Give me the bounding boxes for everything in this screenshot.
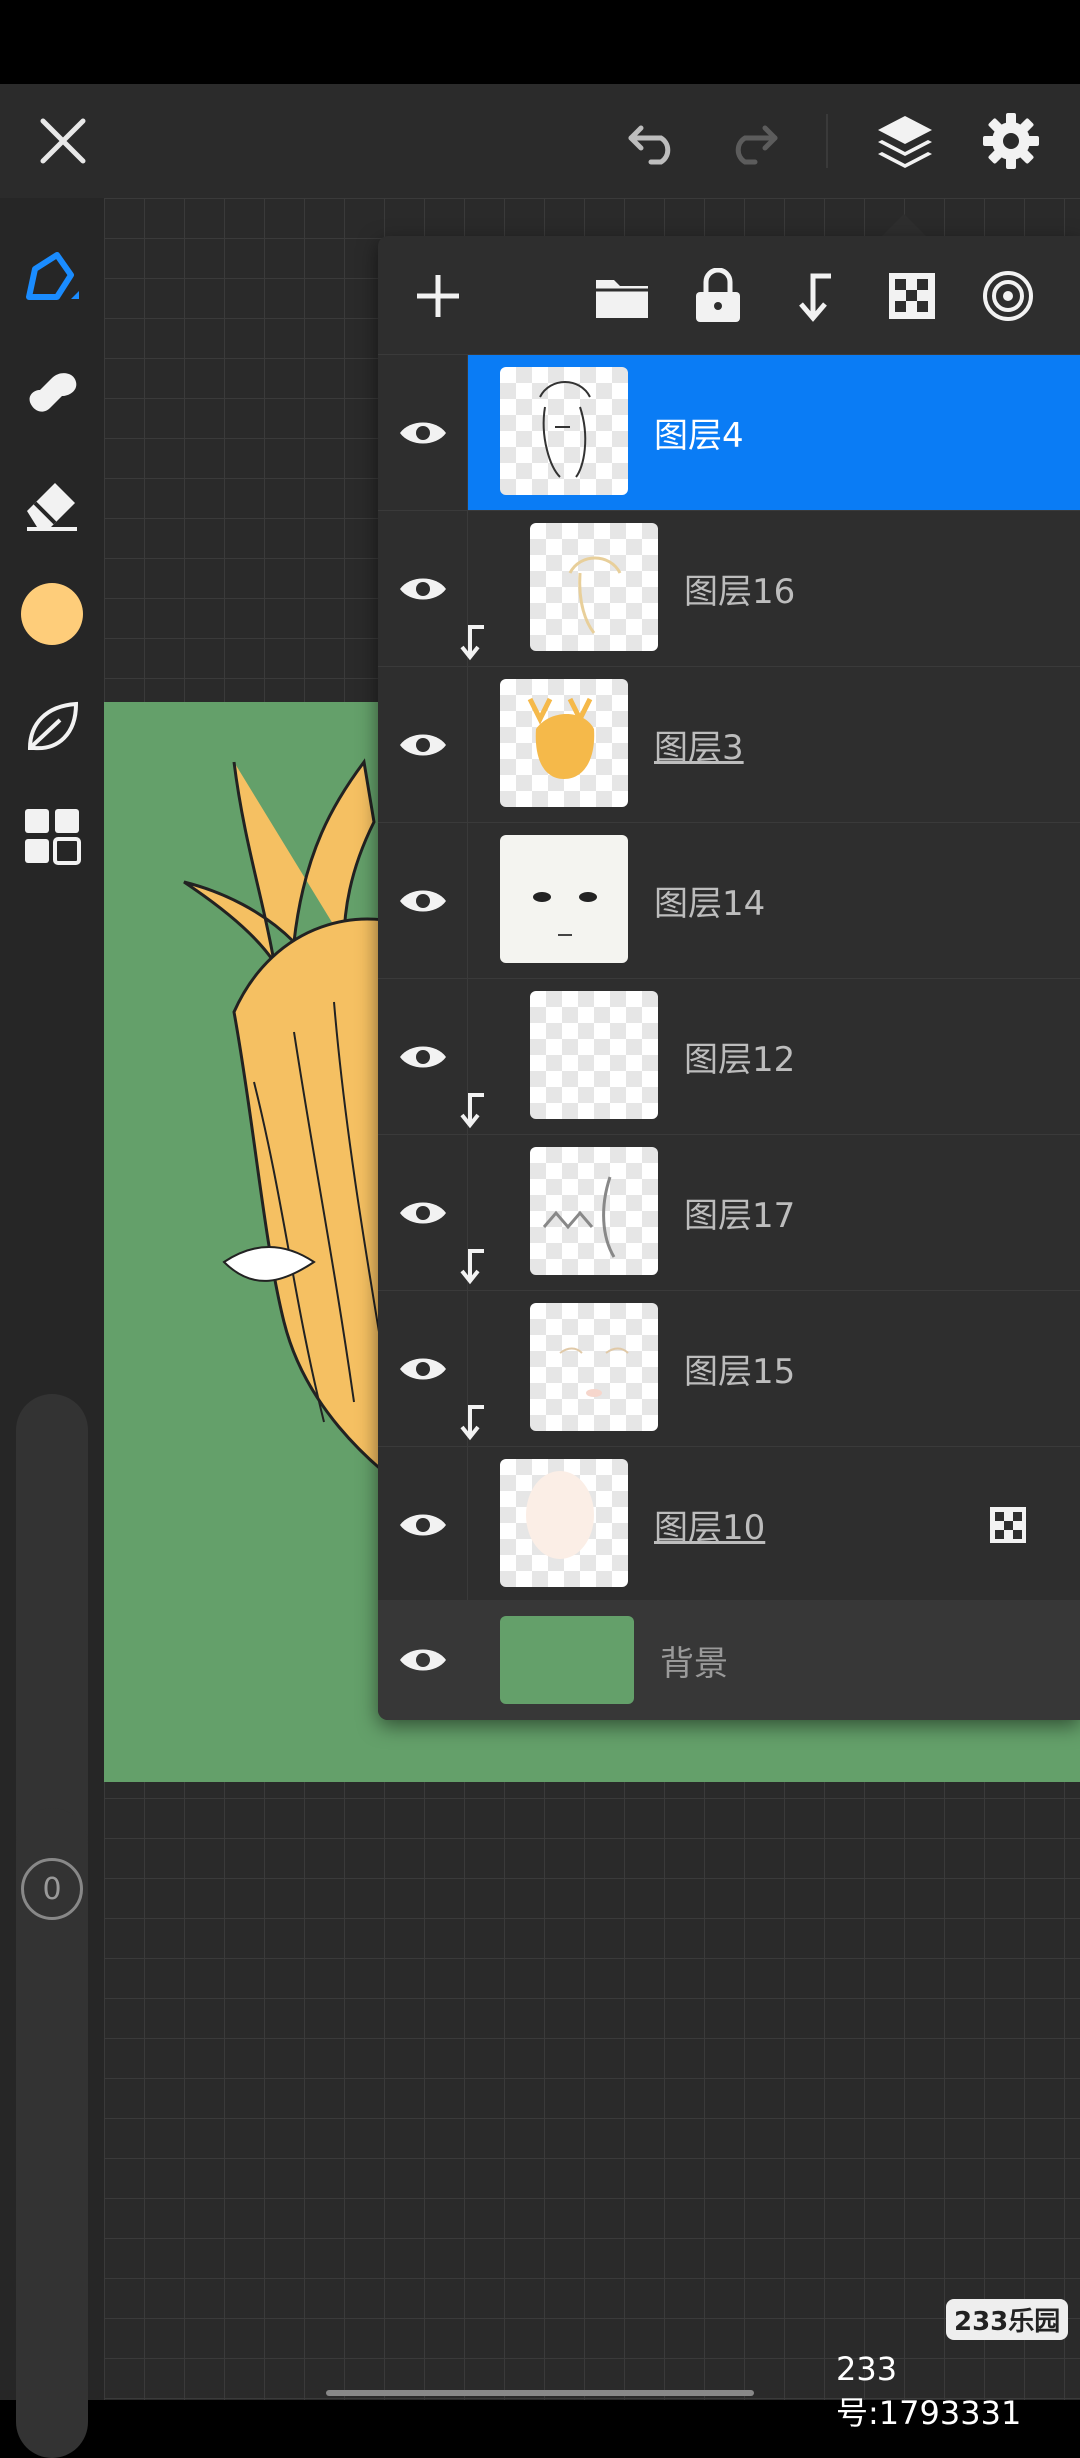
folder-icon[interactable]: [592, 266, 652, 326]
pen-icon[interactable]: [14, 240, 90, 316]
visibility-toggle[interactable]: [378, 1600, 468, 1720]
layer-thumbnail: [500, 835, 628, 963]
eye-icon: [399, 422, 446, 443]
layer-row[interactable]: 图层16: [378, 510, 1080, 666]
layer-main[interactable]: 图层15: [460, 1291, 1080, 1446]
layers-icon[interactable]: [870, 106, 940, 176]
grid-icon[interactable]: [14, 798, 90, 874]
layer-thumbnail: [500, 679, 628, 807]
layers-panel-pointer: [882, 214, 926, 236]
layer-row[interactable]: 图层14: [378, 822, 1080, 978]
smudge-icon[interactable]: [14, 352, 90, 428]
watermark-logo: 233乐园: [946, 2299, 1069, 2340]
layer-row[interactable]: 图层4: [378, 354, 1080, 510]
top-bar: [0, 84, 1080, 198]
layer-name: 图层15: [684, 1352, 796, 1392]
layer-thumbnail: [530, 991, 658, 1119]
home-indicator[interactable]: [326, 2390, 754, 2396]
layer-main[interactable]: 图层4: [468, 355, 1080, 510]
layers-panel-toolbar: [378, 236, 1080, 354]
eraser-icon[interactable]: [14, 464, 90, 540]
layer-main[interactable]: 图层12: [460, 979, 1080, 1134]
layer-name: 图层3: [654, 728, 744, 768]
layer-main[interactable]: 图层3: [468, 667, 1080, 822]
clip-arrow-icon: [460, 625, 484, 661]
undo-icon[interactable]: [622, 108, 688, 174]
clip-arrow-icon: [460, 1405, 484, 1441]
layer-main[interactable]: 图层17: [460, 1135, 1080, 1290]
layer-row[interactable]: 图层17: [378, 1134, 1080, 1290]
layer-main[interactable]: 图层14: [468, 823, 1080, 978]
eye-icon: [399, 578, 446, 599]
layer-row[interactable]: 图层3: [378, 666, 1080, 822]
clip-icon[interactable]: [784, 266, 844, 326]
layer-thumbnail: [500, 1459, 628, 1587]
eye-icon: [399, 734, 446, 755]
layer-thumbnail: [530, 1303, 658, 1431]
eye-icon: [399, 1046, 446, 1067]
leaf-icon[interactable]: [14, 688, 90, 764]
reference-icon[interactable]: [978, 266, 1038, 326]
visibility-toggle[interactable]: [378, 823, 468, 978]
background-layer-row[interactable]: 背景: [378, 1600, 1080, 1720]
visibility-toggle[interactable]: [378, 1447, 468, 1602]
layer-name: 图层10: [654, 1508, 766, 1548]
settings-icon[interactable]: [976, 106, 1046, 176]
tool-sidebar: S 0: [0, 198, 104, 2458]
redo-icon[interactable]: [718, 108, 784, 174]
clip-arrow-icon: [460, 1249, 484, 1285]
lock-icon[interactable]: [688, 266, 748, 326]
topbar-divider: [826, 114, 828, 168]
add-icon[interactable]: [408, 266, 468, 326]
layer-name: 图层17: [684, 1196, 796, 1236]
eye-icon: [400, 1649, 446, 1671]
background-layer-name: 背景: [660, 1643, 728, 1684]
eye-icon: [399, 1358, 446, 1379]
visibility-toggle[interactable]: [378, 355, 468, 510]
layer-row[interactable]: 图层15: [378, 1290, 1080, 1446]
layers-panel: 图层4 图层16 图层3 图层14 图层12 图层17 图层15 图层10 背景: [378, 236, 1080, 1720]
visibility-toggle[interactable]: [378, 667, 468, 822]
alpha-lock-icon[interactable]: [882, 266, 942, 326]
status-bar: [0, 0, 1080, 84]
eye-icon: [399, 1514, 446, 1535]
watermark-text: 233号:1793331: [836, 2350, 1022, 2432]
layer-thumbnail: [500, 367, 628, 495]
eye-icon: [399, 890, 446, 911]
layer-name: 图层16: [684, 572, 796, 612]
layer-main[interactable]: 图层16: [460, 511, 1080, 666]
layer-name: 图层12: [684, 1040, 796, 1080]
clip-arrow-icon: [460, 1093, 484, 1129]
background-color-swatch[interactable]: [500, 1616, 634, 1704]
opacity-slider[interactable]: 0: [16, 1808, 88, 2458]
alpha-lock-indicator-icon: [990, 1507, 1026, 1543]
color-swatch[interactable]: [14, 576, 90, 652]
layer-name: 图层4: [654, 416, 744, 456]
eye-icon: [399, 1202, 446, 1223]
close-icon[interactable]: [30, 108, 96, 174]
layer-thumbnail: [530, 523, 658, 651]
opacity-knob[interactable]: 0: [21, 1858, 83, 1920]
layer-name: 图层14: [654, 884, 766, 924]
layer-main[interactable]: 图层10: [468, 1447, 1080, 1602]
layer-row[interactable]: 图层12: [378, 978, 1080, 1134]
layer-row[interactable]: 图层10: [378, 1446, 1080, 1602]
layer-thumbnail: [530, 1147, 658, 1275]
